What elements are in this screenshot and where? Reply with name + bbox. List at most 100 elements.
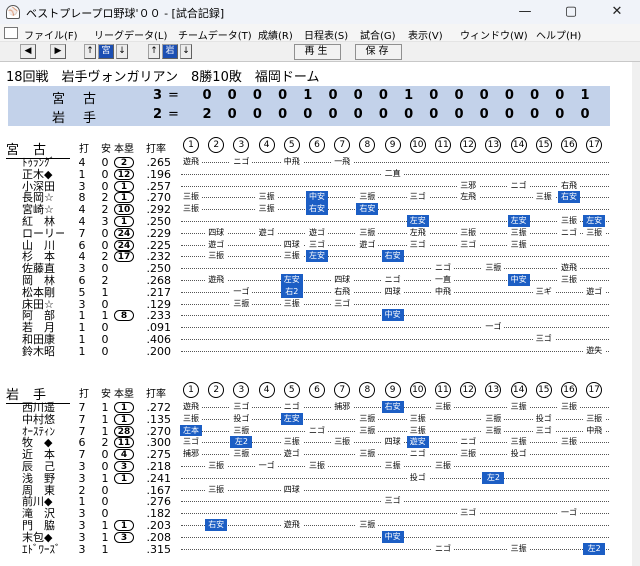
player-home-runs: 1 [114, 192, 134, 204]
menu-schedule[interactable]: 日程表(S) [304, 27, 348, 42]
at-bat-track [181, 232, 609, 234]
at-bat-result: 三振 [205, 250, 228, 263]
at-bat-result: 左2 [583, 542, 606, 555]
inning-number: 1 [183, 382, 199, 398]
at-bat-result: 三振 [230, 424, 253, 437]
at-bat-result: 三振 [507, 542, 530, 555]
at-bat-result: 三振 [356, 191, 379, 204]
score-inning-run: 0 [504, 88, 514, 103]
score-team-name: 宮古 [52, 92, 115, 107]
column-header-hits: 安 [101, 389, 111, 400]
menu-help[interactable]: ヘルプ(H) [536, 27, 581, 42]
at-bat-result: 右安 [381, 250, 404, 263]
at-bat-result: 遊失 [583, 344, 606, 357]
menu-view[interactable]: 表示(V) [408, 27, 443, 42]
score-team-name: 岩手 [52, 111, 115, 126]
at-bat-result: 三振 [255, 203, 278, 216]
inning-number: 15 [535, 137, 552, 153]
at-bat-result: 三ゴ [306, 238, 328, 251]
menu-team-data[interactable]: チームデータ(T) [178, 27, 252, 42]
player-name: 鈴木昭 [22, 344, 55, 358]
menu-file[interactable]: ファイル(F) [24, 27, 78, 42]
at-bat-result: 中飛 [432, 285, 454, 298]
player-at-bats: 1 [78, 344, 86, 358]
player-row[interactable]: 鈴木昭 1 0 .200 遊失 [0, 344, 640, 358]
at-bat-track [181, 209, 609, 211]
prev-game-button[interactable]: ◀ [20, 44, 36, 59]
at-bat-result: ニゴ [280, 401, 303, 413]
at-bat-result: 左安 [507, 215, 530, 227]
minimize-button[interactable]: — [502, 0, 548, 24]
at-bat-result: 右安 [356, 203, 379, 216]
at-bat-track [181, 477, 609, 479]
score-row: 宮古 3 = 0 0 0 0 1 0 0 0 1 0 0 0 0 0 0 1 [8, 88, 610, 107]
play-button[interactable]: 再生 [294, 44, 341, 60]
inning-number: 2 [208, 382, 225, 398]
at-bat-result: 捕邪 [331, 401, 354, 413]
score-inning-run: 0 [353, 88, 363, 103]
at-bat-result: 中飛 [280, 156, 303, 168]
inning-number: 3 [233, 137, 250, 153]
at-bat-track [181, 350, 609, 352]
at-bat-result: 三振 [457, 226, 480, 239]
inning-number: 15 [535, 382, 552, 398]
game-info: 18回戦 岩手ヴォンガリアン 8勝10敗 福岡ドーム [6, 70, 320, 85]
at-bat-track [181, 525, 609, 526]
at-bat-result: 右安 [558, 191, 580, 204]
menu-game[interactable]: 試合(G) [360, 27, 396, 42]
at-bat-result: 四球 [280, 483, 303, 496]
at-bat-result: 三ゴ [532, 333, 555, 345]
at-bat-result: ニゴ [381, 274, 404, 286]
at-bat-result: 三振 [356, 424, 379, 437]
at-bat-result: 中安 [306, 191, 328, 204]
score-inning-run: 0 [252, 88, 262, 103]
maximize-button[interactable]: ▢ [548, 0, 594, 24]
menu-stats[interactable]: 成績(R) [258, 27, 293, 42]
menu-league-data[interactable]: リーグデータ(L) [94, 27, 167, 42]
score-row: 岩手 2 = 2 0 0 0 0 0 0 0 0 0 0 0 0 0 0 0 [8, 107, 610, 126]
at-bat-result: 三振 [230, 297, 253, 310]
at-bat-result: 右飛 [331, 285, 354, 298]
at-bat-result: 右2 [280, 285, 303, 298]
team2-down-button[interactable]: ↓ [180, 44, 192, 59]
next-game-button[interactable]: ▶ [50, 44, 66, 59]
score-inning-run: 0 [530, 107, 540, 122]
at-bat-result: 遊飛 [180, 401, 202, 413]
team2-select-button[interactable]: 岩 [162, 44, 178, 59]
score-inning-run: 0 [378, 107, 388, 122]
menu-window[interactable]: ウィンドウ(W) [460, 27, 528, 42]
team2-up-button[interactable]: ↑ [148, 44, 160, 59]
team1-select-button[interactable]: 宮 [98, 44, 114, 59]
scoreboard: 宮古 3 = 0 0 0 0 1 0 0 0 1 0 0 0 0 0 0 1 岩手 2 = 2 0 0 0 0 0 0 0 0 0 0 0 0 0 0 0 [8, 86, 610, 126]
toolbar: ◀ ▶ ↑ 宮 ↓ ↑ 岩 ↓ 再生 保存 [0, 42, 640, 62]
at-bat-track [181, 244, 609, 246]
inning-number: 9 [384, 382, 401, 398]
inning-number: 2 [208, 137, 225, 153]
at-bat-result: ニゴ [432, 542, 454, 555]
inning-number: 8 [359, 382, 376, 398]
player-home-runs: 8 [114, 310, 134, 322]
close-button[interactable]: ✕ [594, 0, 640, 24]
player-batting-average: .315 [146, 542, 172, 556]
save-button[interactable]: 保存 [355, 44, 402, 60]
column-header-avg: 打率 [146, 389, 166, 400]
document-icon[interactable] [4, 27, 18, 39]
score-inning-run: 2 [202, 107, 212, 122]
vertical-scrollbar[interactable] [632, 62, 640, 566]
at-bat-result: 三振 [558, 274, 580, 286]
player-row[interactable]: ｴﾄﾞﾜｰｽﾞ 3 1 .315 ニゴ 三振 左2 [0, 542, 640, 556]
score-inning-run: 0 [555, 107, 565, 122]
score-inning-run: 0 [278, 88, 288, 103]
score-inning-run: 0 [278, 107, 288, 122]
inning-number: 8 [359, 137, 376, 153]
game-record-panel: 18回戦 岩手ヴォンガリアン 8勝10敗 福岡ドーム 宮古 3 = 0 0 0 0 1 0 0 0 1… [0, 62, 640, 566]
at-bat-result: 三振 [583, 412, 606, 425]
team1-down-button[interactable]: ↓ [116, 44, 128, 59]
inning-number: 13 [485, 382, 502, 398]
at-bat-track [181, 489, 609, 491]
inning-number: 10 [409, 137, 426, 153]
at-bat-result: 三振 [583, 226, 606, 239]
at-bat-track [181, 221, 609, 222]
inning-number: 12 [460, 137, 477, 153]
team1-up-button[interactable]: ↑ [84, 44, 96, 59]
